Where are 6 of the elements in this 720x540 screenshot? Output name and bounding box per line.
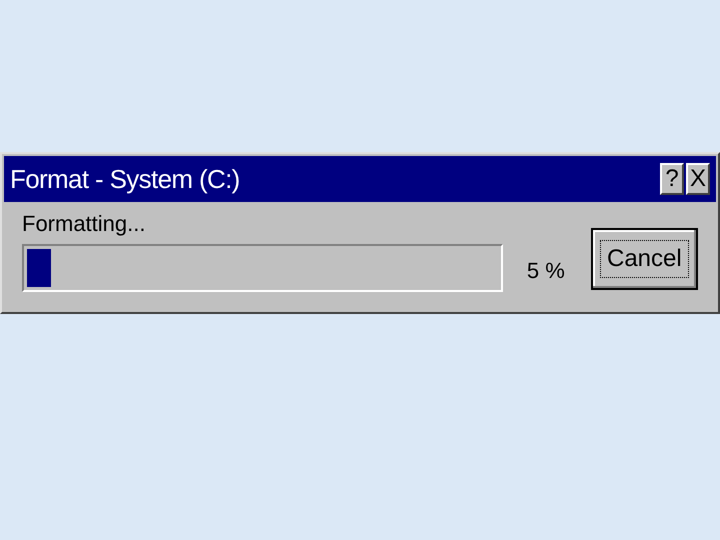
status-label: Formatting... [22, 210, 146, 238]
help-button[interactable]: ? [660, 163, 684, 195]
cancel-button[interactable]: Cancel [590, 228, 698, 290]
window-title: Format - System (C:) [10, 162, 240, 196]
progress-percent: 5 % [526, 257, 566, 285]
close-button[interactable]: X [686, 163, 710, 195]
